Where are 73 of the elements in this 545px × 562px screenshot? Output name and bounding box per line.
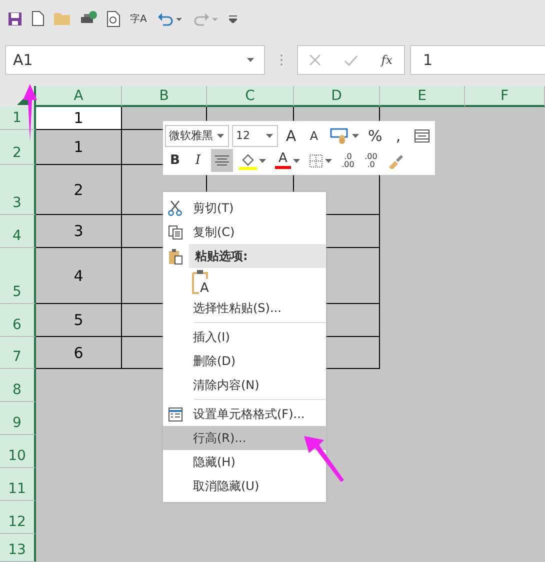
brush-icon: [387, 152, 405, 168]
table-cell: 4: [36, 248, 122, 304]
menu-item[interactable]: 插入(I): [163, 325, 326, 349]
bold-button[interactable]: B: [165, 149, 185, 172]
italic-button[interactable]: I: [188, 149, 208, 172]
borders-icon: [309, 154, 323, 168]
grip-icon: [280, 54, 282, 66]
row-header[interactable]: 1: [0, 107, 36, 130]
table-cell: 2: [36, 165, 122, 215]
formula-field[interactable]: 1: [410, 45, 545, 75]
menu-item[interactable]: 剪切(T): [163, 196, 326, 220]
row-header[interactable]: 4: [0, 215, 36, 248]
font-dropdown[interactable]: 微软雅黑: [165, 124, 229, 146]
menu-item[interactable]: 复制(C): [163, 220, 326, 244]
caret-icon: [217, 134, 224, 138]
font-size-dropdown[interactable]: 12: [232, 124, 278, 146]
row-header[interactable]: 9: [0, 402, 36, 435]
increase-decimal-button[interactable]: .0 .00: [338, 149, 358, 172]
menu-item[interactable]: 取消隐藏(U): [163, 474, 326, 498]
menu-item[interactable]: 删除(D): [163, 349, 326, 373]
column-header[interactable]: E: [380, 86, 465, 107]
column-header[interactable]: F: [465, 86, 545, 107]
column-header[interactable]: A: [36, 86, 122, 107]
row-header[interactable]: 5: [0, 248, 36, 304]
row-header[interactable]: 6: [0, 304, 36, 337]
column-header[interactable]: C: [207, 86, 294, 107]
row-header[interactable]: 3: [0, 165, 36, 215]
shrink-font-button[interactable]: A: [304, 124, 324, 147]
money-icon: [330, 128, 350, 144]
clipboard-icon: [192, 269, 208, 295]
grow-font-button[interactable]: A: [281, 124, 301, 147]
scissors-icon: [168, 200, 182, 216]
table-cell: 5: [36, 304, 122, 337]
menu-item[interactable]: 隐藏(H): [163, 450, 326, 474]
row-header[interactable]: 11: [0, 468, 36, 501]
table-cell: 3: [36, 215, 122, 248]
row-header[interactable]: 8: [0, 369, 36, 402]
align-center-button[interactable]: [211, 149, 233, 172]
caret-icon: [247, 58, 254, 62]
row-header[interactable]: 12: [0, 501, 36, 534]
caret-icon: [259, 158, 266, 162]
format-button[interactable]: ,: [388, 124, 408, 147]
arrow-annotation: [304, 436, 344, 482]
table-cell: 1: [36, 107, 122, 130]
table-icon: [414, 128, 430, 142]
row-header[interactable]: 2: [0, 130, 36, 165]
row-header[interactable]: 7: [0, 337, 36, 369]
row-header[interactable]: 10: [0, 435, 36, 468]
table-cell: 1: [36, 130, 122, 165]
font-color-button[interactable]: A: [272, 149, 303, 172]
caret-icon: [325, 158, 332, 162]
copy-icon: [168, 224, 182, 240]
clipboard-icon: [168, 248, 182, 264]
paste-option-button[interactable]: A: [192, 268, 216, 296]
check-icon[interactable]: [344, 54, 358, 66]
column-header[interactable]: B: [122, 86, 207, 107]
menu-item[interactable]: 行高(R)...: [163, 426, 326, 450]
format-button[interactable]: %: [365, 124, 386, 147]
caret-icon: [293, 158, 300, 162]
insert-function-button[interactable]: fx: [381, 53, 393, 67]
menu-item[interactable]: 设置单元格格式(F)...: [163, 402, 326, 426]
menu-item[interactable]: 选择性粘贴(S)...: [163, 296, 326, 320]
caret-icon: [266, 134, 273, 138]
decrease-decimal-button[interactable]: .00 .0: [361, 149, 381, 172]
name-box[interactable]: A1: [5, 45, 265, 75]
spelling-button[interactable]: 字A: [130, 8, 147, 30]
caret-icon: [352, 134, 359, 138]
align-center-icon: [214, 154, 230, 166]
menu-item[interactable]: 清除内容(N): [163, 373, 326, 397]
column-header[interactable]: D: [294, 86, 380, 107]
format-cells-icon: [168, 406, 182, 422]
table-cell: 6: [36, 337, 122, 369]
row-header[interactable]: 13: [0, 534, 36, 562]
